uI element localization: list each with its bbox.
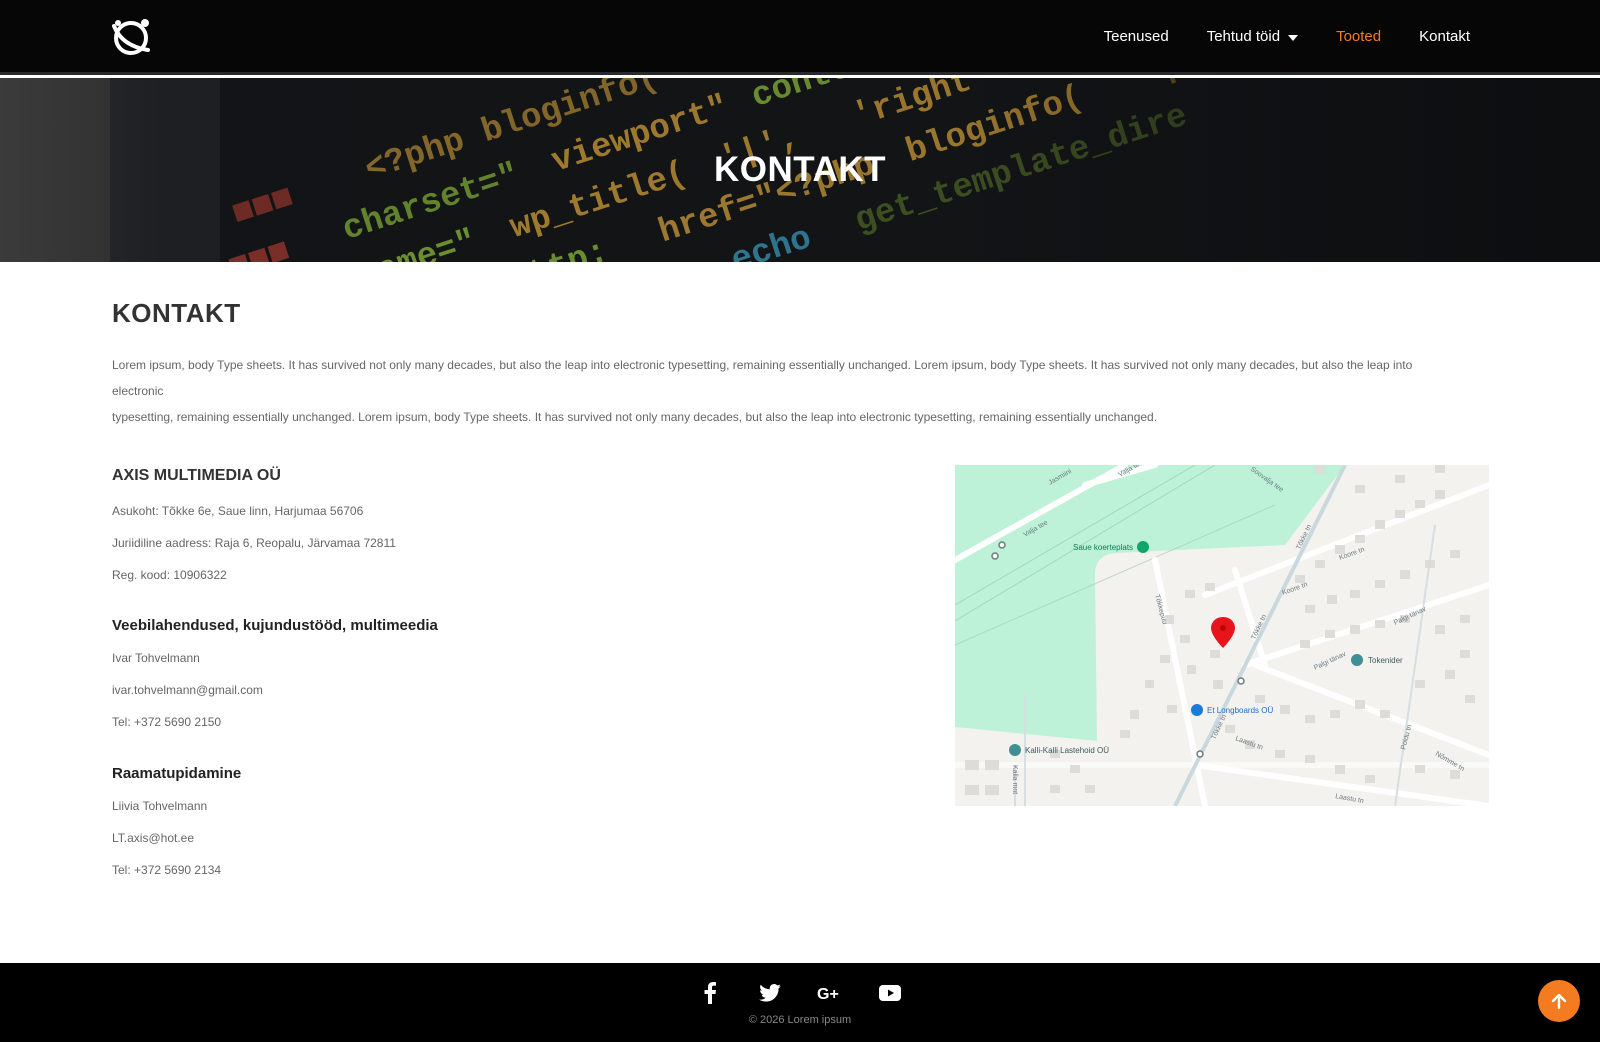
map-poi-label: Saue koerteplats: [1073, 543, 1133, 552]
google-plus-icon[interactable]: G+: [815, 980, 845, 1006]
nav-item-teenused[interactable]: Teenused: [1104, 28, 1169, 45]
planet-logo-icon[interactable]: [110, 16, 152, 58]
nav-item-label: Tooted: [1336, 28, 1382, 45]
scroll-to-top-button[interactable]: [1538, 980, 1580, 1022]
company-location: Asukoht: Tõkke 6e, Saue linn, Harjumaa 5…: [112, 504, 364, 518]
copyright-text: © 2026 Lorem ipsum: [748, 1014, 852, 1026]
nav-item-label: Teenused: [1103, 28, 1169, 45]
page-title: KONTAKT: [112, 298, 241, 328]
company-name: AXIS MULTIMEDIA OÜ: [112, 467, 281, 484]
main-nav: Teenused Tehtud töid Tooted Kontakt: [1104, 0, 1470, 73]
hero-title: KONTAKT: [714, 150, 886, 189]
contact-email[interactable]: LT.axis@hot.ee: [112, 831, 194, 845]
intro-paragraph: Lorem ipsum, body Type sheets. It has su…: [112, 352, 1452, 430]
location-map[interactable]: Jasmiini Valja tee Valja tee Soovalja te…: [955, 465, 1489, 806]
nav-item-tooted[interactable]: Tooted: [1336, 28, 1381, 45]
map-poi-tokenider[interactable]: Tokenider: [1351, 654, 1403, 666]
section-title-web: Veebilahendused, kujundustööd, multimeed…: [112, 617, 438, 634]
company-reg-code: Reg. kood: 10906322: [112, 568, 227, 582]
map-poi-label: Tokenider: [1368, 656, 1403, 665]
map-canvas[interactable]: Jasmiini Valja tee Valja tee Soovalja te…: [955, 465, 1489, 806]
section-title-accounting: Raamatupidamine: [112, 765, 242, 782]
twitter-icon[interactable]: [755, 980, 785, 1006]
chevron-down-icon: [1288, 34, 1299, 41]
navbar: Teenused Tehtud töid Tooted Kontakt: [0, 0, 1600, 75]
nav-item-label: Kontakt: [1419, 28, 1470, 45]
map-poi-lastehoid[interactable]: Kalli-Kalli Lastehoid OÜ: [1009, 744, 1109, 756]
nav-item-tehtud-toid[interactable]: Tehtud töid: [1206, 28, 1299, 45]
intro-line: Lorem ipsum, body Type sheets. It has su…: [112, 358, 1413, 398]
contact-person: Ivar Tohvelmann: [112, 651, 200, 665]
intro-line: typesetting, remaining essentially uncha…: [112, 410, 1158, 424]
svg-text:G+: G+: [817, 986, 839, 1002]
contact-person: Liivia Tohvelmann: [112, 799, 208, 813]
map-street-label: Kalla mnt: [1011, 765, 1018, 794]
map-poi-label: Kalli-Kalli Lastehoid OÜ: [1025, 746, 1109, 755]
contact-phone[interactable]: Tel: +372 5690 2150: [112, 715, 221, 729]
company-legal-address: Juriidiline aadress: Raja 6, Reopalu, Jä…: [112, 536, 396, 550]
social-links: G+: [0, 980, 1600, 1006]
nav-item-label: Tehtud töid: [1206, 28, 1281, 45]
contact-email[interactable]: ivar.tohvelmann@gmail.com: [112, 683, 263, 697]
hero-banner: ◼◼◼ <?php bloginfo( content="wid ◼◼◼ cha…: [0, 78, 1600, 262]
map-poi-label: Et Longboards OÜ: [1207, 706, 1273, 715]
facebook-icon[interactable]: [695, 980, 725, 1006]
youtube-icon[interactable]: [875, 980, 905, 1006]
arrow-up-icon: [1551, 993, 1567, 1010]
footer: G+ © 2026 Lorem ipsum: [0, 963, 1600, 1042]
nav-item-kontakt[interactable]: Kontakt: [1419, 28, 1470, 45]
contact-phone[interactable]: Tel: +372 5690 2134: [112, 863, 221, 877]
